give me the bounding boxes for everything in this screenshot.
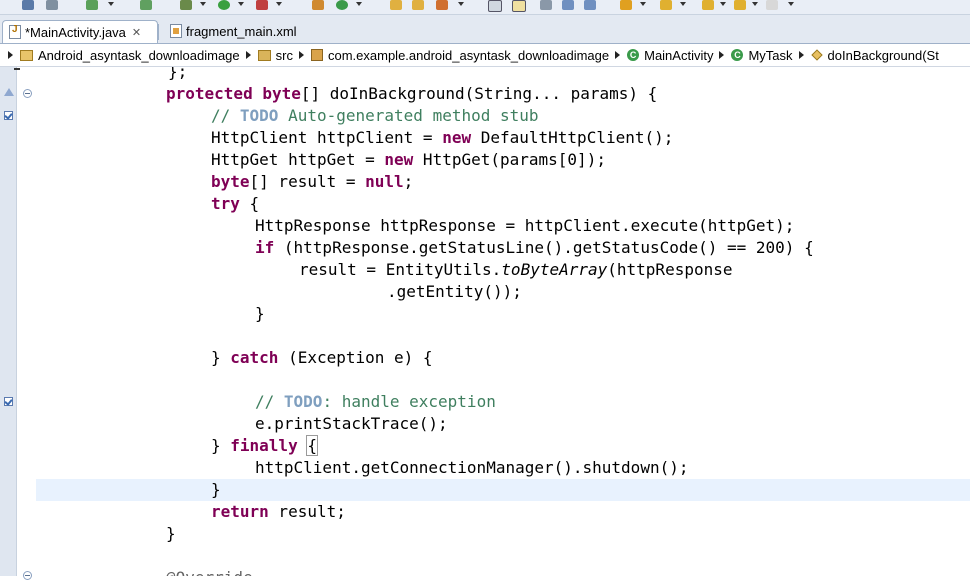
debug-icon[interactable] (180, 0, 192, 10)
chevron-down-icon[interactable] (108, 2, 114, 6)
code-line: HttpResponse httpResponse = httpClient.e… (255, 216, 795, 235)
code-line: try { (211, 194, 260, 213)
breadcrumb-arrow-icon[interactable] (8, 51, 13, 59)
xml-file-icon (170, 24, 182, 38)
chevron-down-icon[interactable] (640, 2, 646, 6)
pin-icon[interactable] (584, 0, 596, 10)
method-icon (811, 49, 823, 61)
chevron-down-icon[interactable] (720, 2, 726, 6)
code-line: } (211, 480, 221, 499)
save-icon[interactable] (22, 0, 34, 10)
code-line: } (166, 524, 176, 543)
run-icon[interactable] (218, 0, 230, 10)
highlight-icon[interactable] (512, 0, 526, 12)
breadcrumb-method[interactable]: doInBackground(St (811, 48, 939, 63)
code-line: // TODO: handle exception (255, 392, 496, 411)
breadcrumb-arrow-icon[interactable] (798, 51, 804, 59)
checkbox-icon[interactable] (86, 0, 98, 10)
package-icon (310, 49, 323, 61)
print-icon[interactable] (46, 0, 58, 10)
ruler-marker (14, 68, 20, 70)
package-icon[interactable] (312, 0, 324, 10)
code-line: httpClient.getConnectionManager().shutdo… (255, 458, 689, 477)
forward-icon[interactable] (734, 0, 746, 10)
code-line: e.printStackTrace(); (255, 414, 448, 433)
class-icon: C (731, 49, 744, 61)
breadcrumb-label: Android_asyntask_downloadimage (38, 47, 240, 63)
tab-label: fragment_main.xml (186, 23, 297, 39)
code-line: HttpGet httpGet = new HttpGet(params[0])… (211, 150, 606, 169)
code-line: @Override (166, 567, 253, 576)
breadcrumb-project[interactable]: Android_asyntask_downloadimage (20, 48, 240, 63)
breadcrumb-label: com.example.android_asyntask_downloadima… (327, 47, 610, 63)
chevron-down-icon[interactable] (752, 2, 758, 6)
matching-bracket: { (306, 435, 318, 456)
next-annotation-icon[interactable] (660, 0, 672, 10)
main-toolbar (0, 0, 970, 15)
breadcrumb-label: doInBackground(St (827, 47, 939, 63)
code-line: }; (168, 67, 188, 81)
code-line: if (httpResponse.getStatusLine().getStat… (255, 238, 814, 257)
refresh-icon[interactable] (336, 0, 348, 10)
breadcrumb-package[interactable]: com.example.android_asyntask_downloadima… (310, 47, 610, 63)
code-line: result = EntityUtils.toByteArray(httpRes… (299, 260, 733, 279)
code-line: } catch (Exception e) { (211, 348, 433, 367)
forward-disabled-icon[interactable] (766, 0, 778, 10)
breadcrumb-label: MyTask (748, 47, 793, 63)
breadcrumb-arrow-icon[interactable] (719, 51, 725, 59)
task-marker-icon[interactable] (4, 111, 13, 120)
project-icon (20, 49, 33, 61)
warning-icon[interactable] (4, 88, 14, 96)
chevron-down-icon[interactable] (276, 2, 282, 6)
code-line: } (255, 304, 265, 323)
breadcrumb-arrow-icon[interactable] (245, 51, 251, 59)
java-file-icon (9, 24, 21, 39)
code-line: protected byte[] doInBackground(String..… (166, 84, 658, 103)
new-file-icon[interactable] (140, 0, 152, 10)
code-line: HttpClient httpClient = new DefaultHttpC… (211, 128, 674, 147)
open-folder-icon[interactable] (390, 0, 402, 10)
editor-tab-bar: *MainActivity.java ✕ fragment_main.xml (0, 15, 970, 44)
tab-mainactivity-java[interactable]: *MainActivity.java ✕ (2, 20, 158, 43)
search-icon[interactable] (436, 0, 448, 10)
code-line: byte[] result = null; (211, 172, 414, 191)
chevron-down-icon[interactable] (238, 2, 244, 6)
breadcrumb-arrow-icon[interactable] (298, 51, 304, 59)
overview-ruler[interactable] (0, 67, 17, 576)
task-marker-icon[interactable] (4, 397, 13, 406)
annotation-icon[interactable] (620, 0, 632, 10)
tab-divider (158, 24, 159, 40)
chevron-down-icon[interactable] (200, 2, 206, 6)
code-line: // TODO Auto-generated method stub (211, 106, 539, 125)
toggle-mark-icon[interactable] (488, 0, 502, 12)
breadcrumb-mainactivity[interactable]: C MainActivity (627, 48, 713, 63)
code-line: .getEntity()); (387, 282, 522, 301)
breadcrumb-label: src (275, 47, 293, 63)
chevron-down-icon[interactable] (458, 2, 464, 6)
source-folder-icon (257, 49, 271, 61)
breadcrumb-mytask[interactable]: C MyTask (731, 47, 793, 63)
code-editor[interactable]: }; protected byte[] doInBackground(Strin… (36, 67, 970, 576)
chevron-down-icon[interactable] (788, 2, 794, 6)
chevron-down-icon[interactable] (356, 2, 362, 6)
code-line: } finally { (211, 435, 318, 456)
breadcrumb-label: MainActivity (644, 47, 714, 63)
class-icon: C (627, 49, 640, 61)
block-selection-icon[interactable] (540, 0, 552, 10)
tab-fragment-main-xml[interactable]: fragment_main.xml (164, 20, 320, 42)
external-tools-icon[interactable] (256, 0, 268, 10)
back-icon[interactable] (702, 0, 714, 10)
close-icon[interactable]: ✕ (132, 26, 141, 39)
breadcrumb-arrow-icon[interactable] (615, 51, 621, 59)
fold-collapse-icon[interactable] (23, 89, 32, 98)
breadcrumb-src[interactable]: src (257, 47, 293, 63)
open-type-icon[interactable] (412, 0, 424, 10)
show-whitespace-icon[interactable] (562, 0, 574, 10)
chevron-down-icon[interactable] (680, 2, 686, 6)
code-line: return result; (211, 502, 346, 521)
breadcrumb: Android_asyntask_downloadimage src com.e… (0, 44, 970, 67)
tab-label: *MainActivity.java (25, 24, 126, 40)
